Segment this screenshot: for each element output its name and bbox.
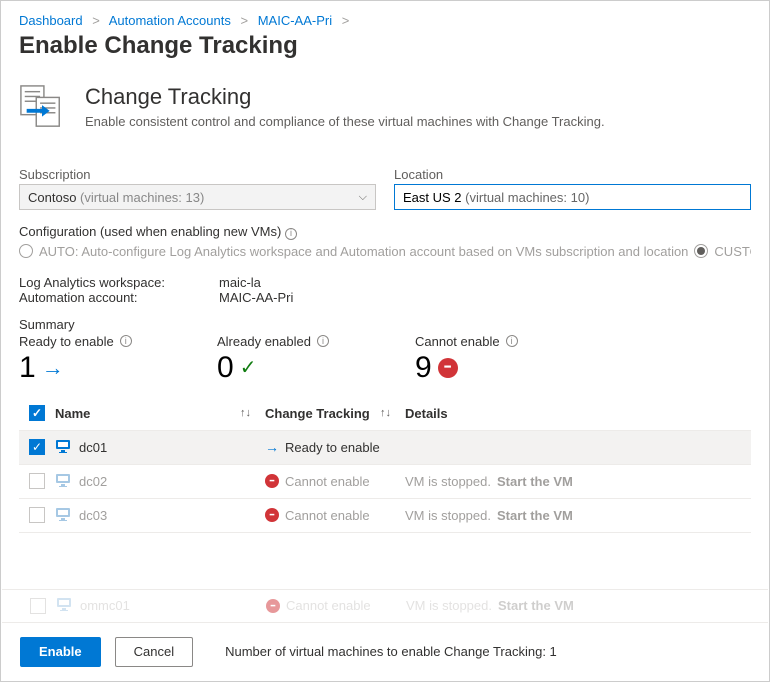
hero-subtitle: Enable consistent control and compliance… — [85, 114, 605, 129]
breadcrumb: Dashboard > Automation Accounts > MAIC-A… — [19, 13, 751, 28]
hero-title: Change Tracking — [85, 84, 605, 110]
breadcrumb-link[interactable]: Automation Accounts — [109, 13, 231, 28]
breadcrumb-link[interactable]: Dashboard — [19, 13, 83, 28]
table-row[interactable]: ✓ dc01 → Ready to enable — [19, 431, 751, 465]
radio-auto-label: AUTO: Auto-configure Log Analytics works… — [39, 244, 688, 259]
detail-text: VM is stopped. — [406, 598, 492, 613]
chevron-down-icon: ⌵ — [359, 191, 367, 204]
forbidden-icon: ━ — [266, 599, 280, 613]
radio-custom-label: CUSTOM: — [714, 244, 751, 259]
status-text: Cannot enable — [285, 474, 370, 489]
hero: Change Tracking Enable consistent contro… — [19, 84, 751, 133]
check-icon: ✓ — [240, 355, 257, 380]
subscription-label: Subscription — [19, 167, 376, 182]
table-row: dc03 ━ Cannot enable VM is stopped. Star… — [19, 499, 751, 533]
start-vm-link: Start the VM — [497, 508, 573, 523]
subscription-dropdown[interactable]: Contoso (virtual machines: 13) ⌵ — [19, 184, 376, 210]
breadcrumb-link[interactable]: MAIC-AA-Pri — [258, 13, 332, 28]
vm-icon — [56, 596, 72, 615]
summary-title: Summary — [19, 317, 751, 332]
col-ct-header[interactable]: Change Tracking — [265, 406, 370, 421]
vm-name: dc01 — [79, 440, 107, 455]
stat-already: Already enabled i 0 ✓ — [217, 334, 367, 385]
stat-cannot: Cannot enable i 9 ━ — [415, 334, 565, 385]
vm-icon — [55, 506, 71, 525]
radio-auto[interactable] — [19, 244, 33, 258]
start-vm-link: Start the VM — [497, 474, 573, 489]
detail-text: VM is stopped. — [405, 474, 491, 489]
account-value: MAIC-AA-Pri — [219, 290, 293, 305]
col-name-header[interactable]: Name — [55, 406, 90, 421]
arrow-right-icon: → — [42, 355, 64, 381]
workspace-value: maic-la — [219, 275, 261, 290]
vm-table: ✓ Name ↑↓ Change Tracking ↑↓ Details ✓ d… — [19, 397, 751, 533]
detail-text: VM is stopped. — [405, 508, 491, 523]
sort-icon[interactable]: ↑↓ — [240, 407, 251, 419]
arrow-right-icon: → — [265, 439, 279, 455]
start-vm-link: Start the VM — [498, 598, 574, 613]
footer-status: Number of virtual machines to enable Cha… — [225, 644, 557, 659]
status-text: Cannot enable — [286, 598, 371, 613]
table-row: dc02 ━ Cannot enable VM is stopped. Star… — [19, 465, 751, 499]
chevron-right-icon: > — [342, 13, 350, 28]
forbidden-icon: ━ — [265, 508, 279, 522]
config-label: Configuration (used when enabling new VM… — [19, 224, 281, 239]
info-icon[interactable]: i — [120, 335, 132, 347]
forbidden-icon: ━ — [265, 474, 279, 488]
location-dropdown[interactable]: East US 2 (virtual machines: 10) — [394, 184, 751, 210]
chevron-right-icon: > — [92, 13, 100, 28]
row-checkbox — [30, 598, 46, 614]
forbidden-icon: ━ — [438, 358, 458, 378]
info-icon[interactable]: i — [285, 228, 297, 240]
vm-name: dc02 — [79, 474, 107, 489]
row-checkbox[interactable]: ✓ — [29, 439, 45, 455]
cancel-button[interactable]: Cancel — [115, 637, 193, 667]
change-tracking-icon — [19, 84, 65, 133]
account-label: Automation account: — [19, 290, 219, 305]
workspace-label: Log Analytics workspace: — [19, 275, 219, 290]
status-text: Cannot enable — [285, 508, 370, 523]
vm-name: ommc01 — [80, 598, 130, 613]
overflow-row: ommc01 ━ Cannot enable VM is stopped. St… — [2, 589, 768, 621]
radio-custom[interactable] — [694, 244, 708, 258]
row-checkbox — [29, 507, 45, 523]
vm-icon — [55, 438, 71, 457]
info-icon[interactable]: i — [317, 335, 329, 347]
vm-icon — [55, 472, 71, 491]
info-icon[interactable]: i — [506, 335, 518, 347]
row-checkbox — [29, 473, 45, 489]
location-label: Location — [394, 167, 751, 182]
sort-icon[interactable]: ↑↓ — [380, 407, 391, 419]
footer: Enable Cancel Number of virtual machines… — [2, 622, 768, 680]
stat-ready: Ready to enable i 1 → — [19, 334, 169, 385]
select-all-checkbox[interactable]: ✓ — [29, 405, 45, 421]
chevron-right-icon: > — [241, 13, 249, 28]
col-details-header[interactable]: Details — [405, 406, 448, 421]
vm-name: dc03 — [79, 508, 107, 523]
enable-button[interactable]: Enable — [20, 637, 101, 667]
status-text: Ready to enable — [285, 440, 380, 455]
page-title: Enable Change Tracking — [19, 32, 751, 60]
